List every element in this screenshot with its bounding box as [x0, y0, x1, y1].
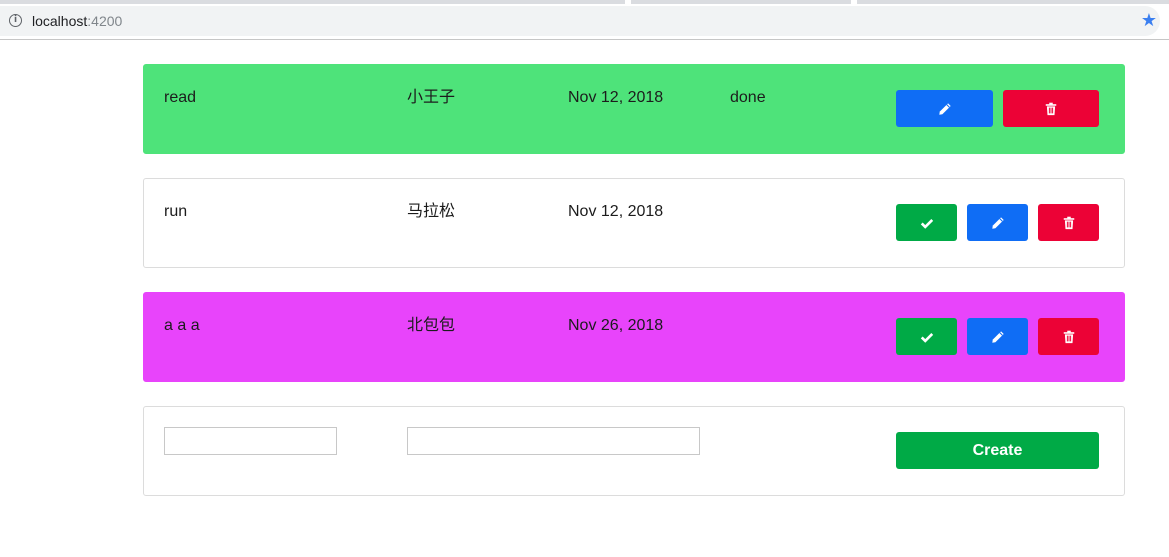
todo-name: 小王子 — [407, 89, 456, 106]
trash-icon — [1045, 102, 1057, 115]
edit-button[interactable] — [896, 90, 993, 127]
edit-button[interactable] — [967, 318, 1028, 355]
bookmark-star-icon[interactable]: ★ — [1141, 10, 1157, 30]
pencil-icon — [938, 102, 951, 115]
trash-icon — [1063, 330, 1074, 343]
todo-row: run 马拉松 Nov 12, 2018 — [143, 178, 1125, 268]
delete-button[interactable] — [1038, 204, 1099, 241]
delete-button[interactable] — [1038, 318, 1099, 355]
todo-status: done — [730, 89, 766, 106]
todo-date: Nov 12, 2018 — [568, 89, 664, 106]
delete-button[interactable] — [1003, 90, 1099, 127]
todo-date: Nov 26, 2018 — [568, 317, 664, 334]
todo-name: 北包包 — [407, 317, 456, 334]
tab-gap — [851, 0, 857, 4]
tab-gap — [625, 0, 631, 4]
toolbar-divider — [0, 39, 1169, 40]
mark-done-button[interactable] — [896, 204, 957, 241]
pencil-icon — [991, 216, 1004, 229]
new-todo-form: Create — [143, 406, 1125, 496]
url-text[interactable]: localhost:4200 — [32, 13, 122, 29]
mark-done-button[interactable] — [896, 318, 957, 355]
todo-row: read 小王子 Nov 12, 2018 done — [143, 64, 1125, 154]
todo-title: run — [164, 203, 188, 220]
todo-date: Nov 12, 2018 — [568, 203, 664, 220]
name-input[interactable] — [407, 427, 700, 455]
pencil-icon — [991, 330, 1004, 343]
todo-name: 马拉松 — [407, 203, 456, 220]
trash-icon — [1063, 216, 1074, 229]
todo-title: a a a — [164, 317, 200, 334]
title-input[interactable] — [164, 427, 337, 455]
edit-button[interactable] — [967, 204, 1028, 241]
tab-strip-edge — [0, 0, 1169, 4]
url-host: localhost — [32, 13, 88, 29]
url-port: :4200 — [87, 13, 123, 29]
check-icon — [920, 332, 933, 343]
check-icon — [920, 218, 933, 229]
address-bar[interactable]: i localhost:4200 ★ — [0, 6, 1160, 36]
create-button[interactable]: Create — [896, 432, 1099, 469]
todo-title: read — [164, 89, 197, 106]
info-icon[interactable]: i — [9, 14, 22, 27]
todo-row: a a a 北包包 Nov 26, 2018 — [143, 292, 1125, 382]
